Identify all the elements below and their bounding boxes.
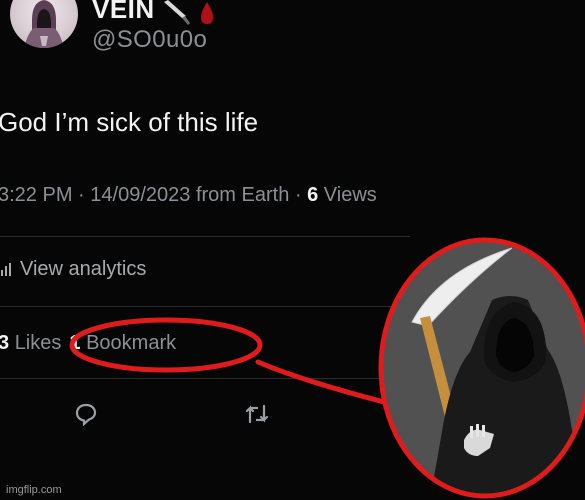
view-analytics-link[interactable]: View analytics xyxy=(0,258,146,281)
tweet-meta: 3:22 PM · 14/09/2023 from Earth · 6 View… xyxy=(0,184,377,207)
hooded-figure-avatar-icon xyxy=(24,0,64,48)
meta-separator: · xyxy=(294,184,302,206)
blood-drop-icon xyxy=(201,2,213,24)
retweet-icon[interactable] xyxy=(244,402,270,426)
tweet-date[interactable]: 14/09/2023 xyxy=(90,184,190,206)
likes-count: 3 xyxy=(0,332,10,354)
meta-separator: · xyxy=(78,184,85,206)
analytics-label: View analytics xyxy=(20,258,147,280)
bookmark-label: Bookmark xyxy=(86,332,177,354)
likes-stat[interactable]: 3 Likes xyxy=(0,332,61,354)
annotation-circle xyxy=(378,237,585,499)
analytics-icon xyxy=(1,263,11,276)
divider xyxy=(0,306,400,307)
knife-icon xyxy=(164,0,190,25)
avatar[interactable] xyxy=(10,0,78,48)
divider xyxy=(0,378,390,379)
bookmark-count: 1 xyxy=(69,332,81,354)
engagement-stats: 3 Likes 1 Bookmark xyxy=(0,332,176,355)
grim-reaper-inset xyxy=(381,240,585,496)
meme-screenshot: VEIN @SO0u0o God I’m sick of this life 3… xyxy=(0,0,585,500)
display-name[interactable]: VEIN xyxy=(92,0,155,25)
tweet-text: God I’m sick of this life xyxy=(0,107,259,137)
tweet-time[interactable]: 3:22 PM xyxy=(0,184,72,206)
views-count: 6 xyxy=(307,184,319,206)
watermark: imgflip.com xyxy=(6,484,62,496)
tweet-source: from Earth xyxy=(195,184,290,206)
annotation-connector xyxy=(255,359,387,405)
reply-icon[interactable] xyxy=(74,402,98,426)
divider xyxy=(0,236,410,237)
bookmark-stat[interactable]: 1 Bookmark xyxy=(69,332,176,354)
likes-label: Likes xyxy=(14,332,62,354)
user-handle[interactable]: @SO0u0o xyxy=(92,26,207,54)
views-label: Views xyxy=(323,184,377,206)
